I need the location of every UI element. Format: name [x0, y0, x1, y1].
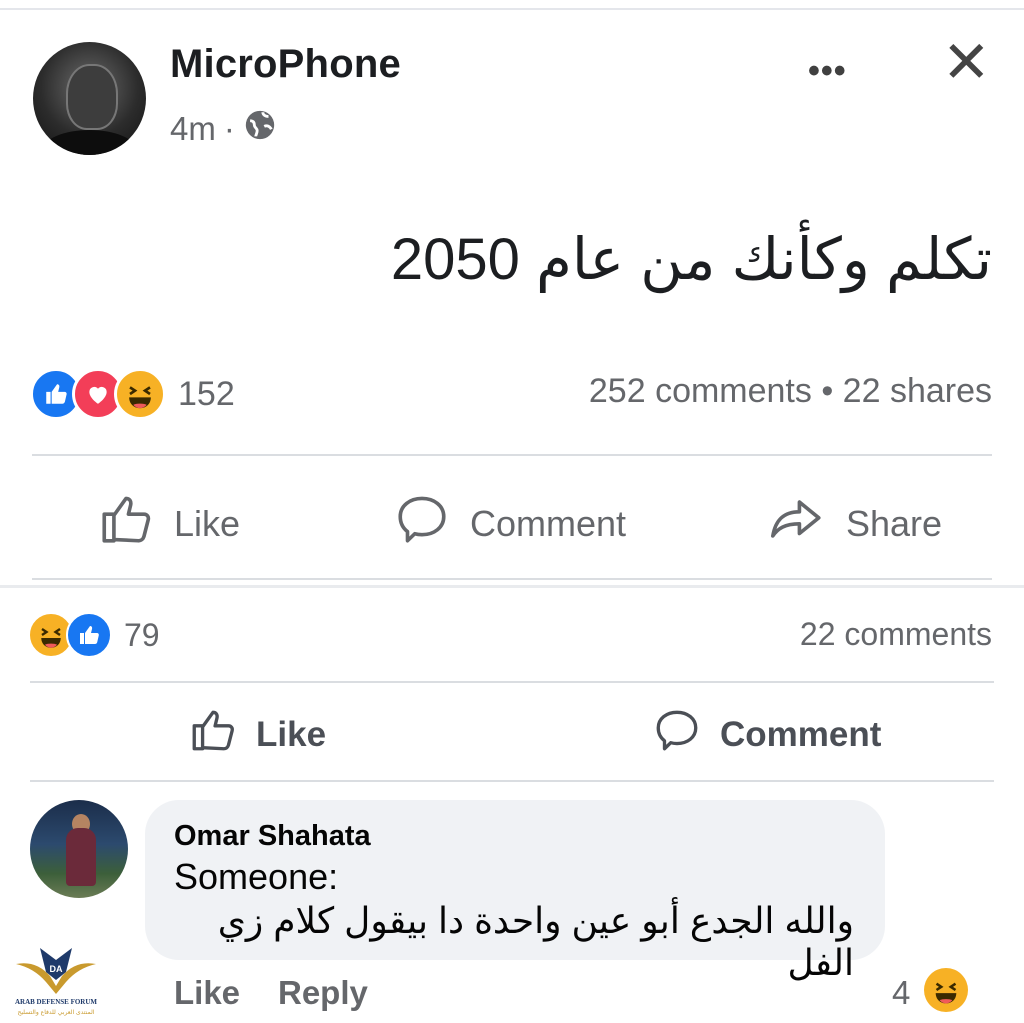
- commenter-avatar[interactable]: [30, 800, 128, 898]
- post-text: تكلم وكأنك من عام 2050: [390, 227, 992, 292]
- reaction-count: 152: [178, 374, 235, 413]
- reaction-summary[interactable]: 152: [30, 368, 235, 420]
- comment-button[interactable]: Comment: [392, 490, 626, 557]
- divider: [30, 681, 994, 683]
- comment-text-line-1: Someone:: [174, 856, 339, 897]
- watermark-title: ARAB DEFENSE FORUM: [15, 998, 97, 1006]
- share-label: Share: [846, 502, 943, 544]
- section-separator: [0, 585, 1024, 588]
- thumbs-up-icon: [96, 490, 156, 557]
- like-label: Like: [174, 502, 241, 544]
- meta-separator: ·: [223, 110, 235, 147]
- reaction-summary-secondary[interactable]: 79: [28, 612, 160, 658]
- globe-icon: [243, 108, 277, 150]
- comment-text-line-2: والله الجدع أبو عين واحدة دا بيقول كلام …: [217, 900, 854, 983]
- thumbs-up-icon: [188, 705, 238, 764]
- comment-label: Comment: [470, 502, 627, 544]
- like-button[interactable]: Like: [96, 490, 240, 557]
- share-arrow-icon: [766, 490, 828, 557]
- comment-bubble-icon: [392, 490, 452, 557]
- like-reaction-icon: [66, 612, 112, 658]
- close-icon[interactable]: ✕: [942, 34, 991, 92]
- comment-reply-link[interactable]: Reply: [278, 974, 368, 1012]
- watermark-subtitle: المنتدى العربي للدفاع والتسليح: [18, 1009, 95, 1016]
- comment-reaction-count[interactable]: 4: [892, 974, 910, 1012]
- more-options-icon[interactable]: •••: [808, 52, 847, 91]
- post-time[interactable]: 4m: [170, 110, 216, 148]
- haha-reaction-icon: [114, 368, 166, 420]
- like-button[interactable]: Like: [188, 705, 326, 764]
- comments-shares-count[interactable]: 252 comments • 22 shares: [589, 372, 992, 411]
- comment-label: Comment: [720, 714, 882, 754]
- reaction-count: 79: [124, 616, 160, 653]
- like-label: Like: [256, 714, 327, 754]
- divider: [30, 780, 994, 782]
- watermark-monogram: DA: [50, 964, 63, 974]
- share-button[interactable]: Share: [766, 490, 942, 557]
- author-name[interactable]: MicroPhone: [170, 42, 401, 87]
- author-avatar[interactable]: [33, 42, 146, 155]
- post-meta: 4m ·: [170, 108, 277, 150]
- comment-bubble-icon: [652, 705, 702, 764]
- arab-defense-forum-watermark: DA ARAB DEFENSE FORUM المنتدى العربي للد…: [6, 942, 106, 1018]
- comment-like-link[interactable]: Like: [174, 974, 240, 1012]
- divider: [32, 454, 992, 456]
- commenter-name[interactable]: Omar Shahata: [174, 820, 371, 853]
- divider: [32, 578, 992, 580]
- haha-reaction-icon: [924, 968, 968, 1012]
- comment-button[interactable]: Comment: [652, 705, 881, 764]
- comments-count[interactable]: 22 comments: [800, 616, 992, 653]
- top-divider: [0, 8, 1024, 10]
